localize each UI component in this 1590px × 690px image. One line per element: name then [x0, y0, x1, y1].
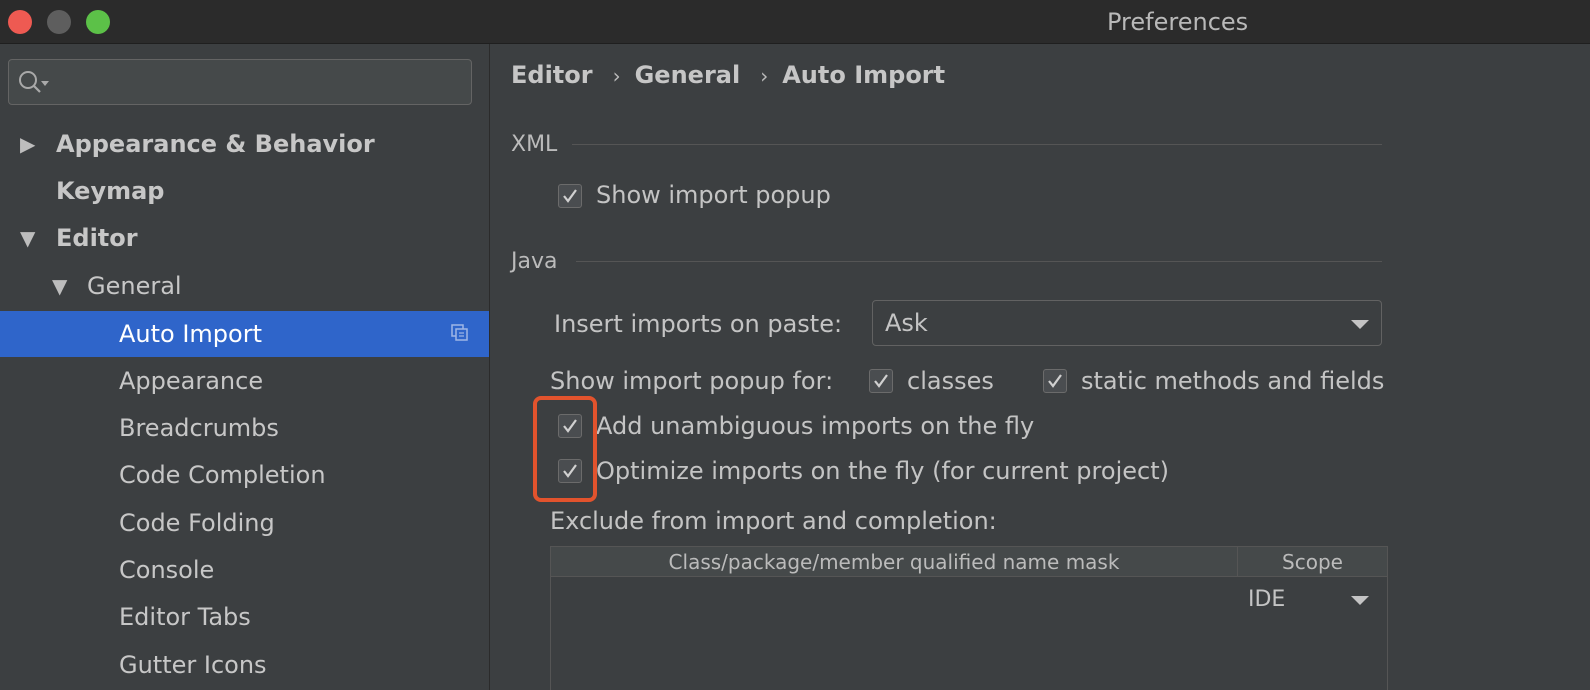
- settings-panel: Editor › General › Auto Import XML Show impo…: [490, 44, 1590, 690]
- collapse-arrow-icon[interactable]: ▼: [52, 263, 67, 309]
- expand-arrow-icon[interactable]: ▶: [20, 121, 35, 167]
- insert-imports-dropdown[interactable]: Ask: [872, 300, 1382, 346]
- exclude-label: Exclude from import and completion:: [550, 507, 997, 535]
- static-members-checkbox[interactable]: [1043, 369, 1067, 393]
- classes-label[interactable]: classes: [907, 367, 994, 395]
- settings-sidebar: ▶ Appearance & Behavior Keymap ▼ Editor …: [0, 44, 490, 690]
- scope-cell[interactable]: IDE: [1248, 587, 1285, 612]
- tree-item-gutter-icons[interactable]: Gutter Icons: [0, 642, 489, 688]
- title-bar: Preferences: [0, 0, 1590, 44]
- breadcrumb-general[interactable]: General: [635, 61, 741, 89]
- search-input[interactable]: [8, 59, 472, 105]
- tree-item-code-folding[interactable]: Code Folding: [0, 500, 489, 546]
- optimize-imports-label[interactable]: Optimize imports on the fly (for current…: [596, 457, 1169, 485]
- project-settings-icon: [451, 324, 468, 341]
- exclude-table[interactable]: Class/package/member qualified name mask…: [550, 546, 1388, 690]
- section-divider: [572, 144, 1382, 145]
- breadcrumb: Editor › General › Auto Import: [511, 61, 945, 89]
- close-window-button[interactable]: [8, 10, 32, 34]
- insert-imports-value: Ask: [885, 309, 928, 337]
- zoom-window-button[interactable]: [86, 10, 110, 34]
- tree-item-appearance[interactable]: Appearance: [0, 358, 489, 404]
- tree-item-appearance-behavior[interactable]: ▶ Appearance & Behavior: [0, 121, 489, 167]
- section-title-xml: XML: [511, 132, 558, 157]
- static-members-label[interactable]: static methods and fields: [1081, 367, 1384, 395]
- section-divider: [576, 261, 1382, 262]
- xml-show-import-popup-label[interactable]: Show import popup: [596, 181, 831, 209]
- checkmark-icon: [874, 374, 888, 388]
- chevron-down-icon[interactable]: [1351, 596, 1369, 605]
- column-header-mask[interactable]: Class/package/member qualified name mask: [551, 547, 1238, 577]
- xml-show-import-popup-checkbox[interactable]: [558, 184, 582, 208]
- checkmark-icon: [1048, 374, 1062, 388]
- tree-item-code-completion[interactable]: Code Completion: [0, 452, 489, 498]
- highlight-annotation: [533, 396, 597, 502]
- tree-item-console[interactable]: Console: [0, 547, 489, 593]
- breadcrumb-auto-import: Auto Import: [782, 61, 946, 89]
- tree-item-keymap[interactable]: Keymap: [0, 168, 489, 214]
- tree-item-general[interactable]: ▼ General: [0, 263, 489, 309]
- checkmark-icon: [563, 189, 577, 203]
- section-title-java: Java: [511, 249, 558, 274]
- breadcrumb-separator: ›: [612, 64, 621, 88]
- search-icon: [19, 71, 49, 93]
- insert-imports-label: Insert imports on paste:: [554, 310, 843, 338]
- classes-checkbox[interactable]: [869, 369, 893, 393]
- tree-item-editor[interactable]: ▼ Editor: [0, 215, 489, 261]
- show-popup-for-label: Show import popup for:: [550, 367, 834, 395]
- breadcrumb-editor[interactable]: Editor: [511, 61, 593, 89]
- column-header-scope[interactable]: Scope: [1238, 547, 1387, 577]
- minimize-window-button[interactable]: [47, 10, 71, 34]
- breadcrumb-separator: ›: [760, 64, 769, 88]
- chevron-down-icon: [1351, 320, 1369, 329]
- tree-item-editor-tabs[interactable]: Editor Tabs: [0, 594, 489, 640]
- tree-item-breadcrumbs[interactable]: Breadcrumbs: [0, 405, 489, 451]
- collapse-arrow-icon[interactable]: ▼: [20, 215, 35, 261]
- tree-item-auto-import[interactable]: Auto Import: [0, 311, 489, 357]
- add-unambiguous-label[interactable]: Add unambiguous imports on the fly: [596, 412, 1034, 440]
- window-title: Preferences: [1107, 8, 1249, 36]
